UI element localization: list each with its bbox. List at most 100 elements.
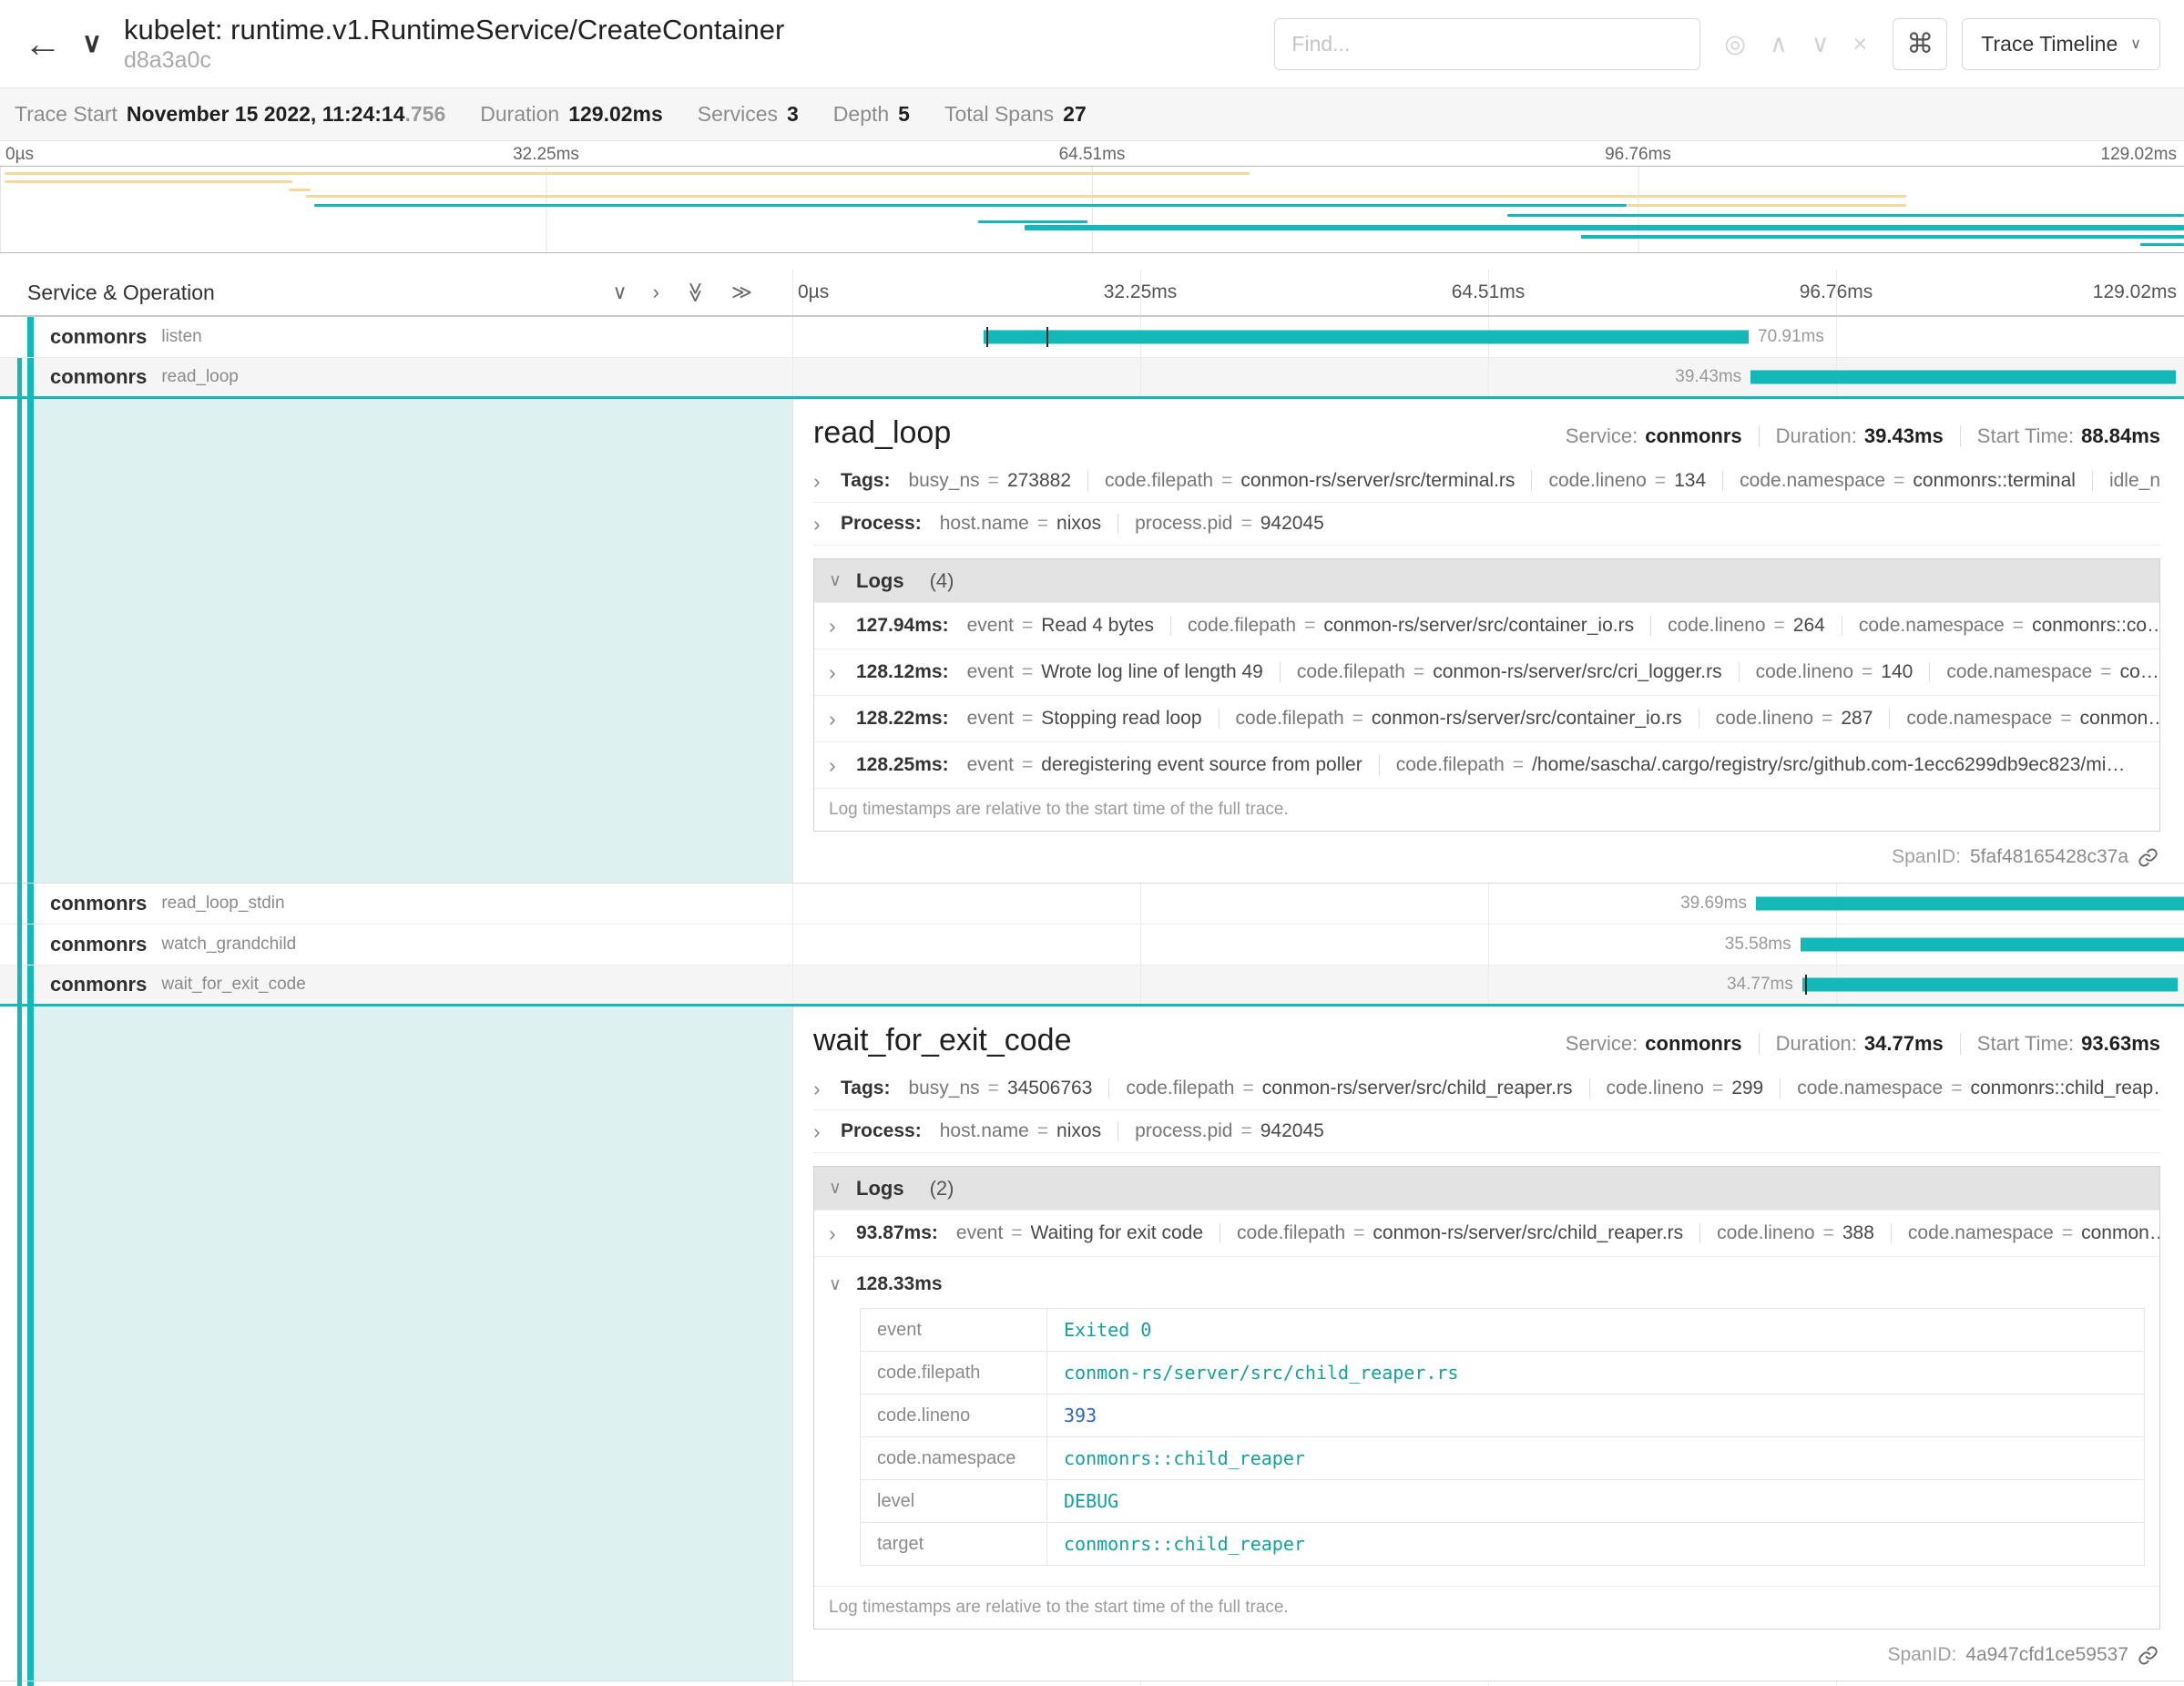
- kv-pair: code.filepath=conmon-rs/server/src/child…: [1126, 1078, 1572, 1099]
- timeline-tick-0: 0µs: [798, 281, 829, 303]
- kv-value: nixos: [1056, 1120, 1101, 1141]
- log-entry[interactable]: ›128.25ms:event=deregistering event sour…: [814, 741, 2159, 788]
- span-name-cell[interactable]: conmonrslisten: [0, 317, 792, 357]
- span-name-cell[interactable]: conmonrswait_for_exit_code: [0, 966, 792, 1004]
- separator: [1108, 1078, 1109, 1098]
- next-match-icon[interactable]: ∨: [1811, 32, 1830, 56]
- span-detail-panel: read_loopService:conmonrsDuration:39.43m…: [792, 399, 2184, 883]
- log-entry-expanded: ∨128.33mseventExited 0code.filepathconmo…: [814, 1256, 2159, 1586]
- logs-header[interactable]: ∨Logs(2): [814, 1167, 2159, 1210]
- span-name-cell[interactable]: conmonrswatch_grandchild: [0, 925, 792, 965]
- span-bar[interactable]: [1801, 938, 2184, 952]
- span-timeline-cell[interactable]: 39.69ms: [792, 884, 2184, 924]
- span-row-wait_for_exit_code[interactable]: conmonrswait_for_exit_code34.77ms: [0, 966, 2184, 1006]
- meta-value: conmonrs: [1645, 424, 1741, 447]
- span-row-read_loop_stdin[interactable]: conmonrsread_loop_stdin 39.69ms: [0, 884, 2184, 925]
- kv-equals: =: [2062, 1222, 2073, 1243]
- span-id-label: SpanID:: [1887, 1644, 1956, 1666]
- kv-equals: =: [2100, 661, 2111, 682]
- tags-row[interactable]: ›Tags:busy_ns=34506763code.filepath=conm…: [813, 1068, 2160, 1110]
- span-color-indicator: [27, 966, 34, 1004]
- process-row[interactable]: ›Process:host.name=nixosprocess.pid=9420…: [813, 503, 2160, 546]
- span-bar[interactable]: [984, 331, 1749, 344]
- span-id-value: 4a947cfd1ce59537: [1965, 1644, 2128, 1666]
- minimap-span-segment: [5, 180, 293, 183]
- process-label: Process:: [841, 1120, 922, 1142]
- minimap-span-segment: [5, 172, 1250, 175]
- minimap-span-segment: [1507, 214, 2184, 217]
- span-bar[interactable]: [1802, 978, 2178, 992]
- summary-label: Depth: [833, 102, 889, 126]
- log-entry[interactable]: ›127.94ms:event=Read 4 bytescode.filepat…: [814, 602, 2159, 649]
- kv-key: code.filepath: [1105, 470, 1213, 491]
- kv-pair: event=Wrote log line of length 49: [967, 661, 1263, 683]
- back-button[interactable]: ←: [24, 25, 62, 63]
- span-bar[interactable]: [1750, 371, 2176, 384]
- logs-count: (2): [930, 1177, 954, 1201]
- kv-key: code.namespace: [1740, 470, 1885, 491]
- span-service: conmonrs: [50, 892, 147, 915]
- span-timeline-cell[interactable]: 34.77ms: [792, 966, 2184, 1004]
- find-input[interactable]: [1274, 18, 1700, 70]
- prev-match-icon[interactable]: ∧: [1770, 32, 1788, 56]
- expand-all-icon[interactable]: ≫: [731, 281, 752, 304]
- log-entry[interactable]: ›128.12ms: event=Wrote log line of length…: [814, 649, 2159, 695]
- keyboard-shortcuts-button[interactable]: ⌘: [1893, 18, 1947, 70]
- link-icon[interactable]: [2138, 847, 2158, 868]
- span-name-cell[interactable]: conmonrswrite_exit_path: [0, 1681, 792, 1686]
- minimap-span-segment: [2140, 243, 2184, 246]
- span-name-cell[interactable]: conmonrsread_loop: [0, 358, 792, 396]
- span-detail-read_loop: read_loopService:conmonrsDuration:39.43m…: [0, 399, 2184, 884]
- span-duration-label: 39.69ms: [1680, 894, 1747, 914]
- trace-view-selector[interactable]: Trace Timeline ∨: [1962, 18, 2160, 70]
- spacer: [0, 253, 2184, 270]
- timeline-tick-2: 64.51ms: [1452, 281, 1526, 303]
- kv-pair: idle_n…: [2109, 470, 2160, 492]
- chevron-right-icon: ›: [829, 662, 856, 683]
- log-field-row: code.lineno393: [861, 1395, 2145, 1437]
- collapse-one-icon[interactable]: ∨: [613, 281, 628, 304]
- kv-equals: =: [1893, 470, 1904, 491]
- separator: [1650, 616, 1651, 636]
- process-row[interactable]: ›Process:host.name=nixosprocess.pid=9420…: [813, 1110, 2160, 1153]
- span-name-cell[interactable]: conmonrsread_loop_stdin: [0, 884, 792, 924]
- logs-label: Logs: [856, 1177, 904, 1201]
- tags-row[interactable]: ›Tags:busy_ns=273882code.filepath=conmon…: [813, 460, 2160, 503]
- span-row-watch_grandchild[interactable]: conmonrswatch_grandchild35.58ms: [0, 925, 2184, 966]
- span-row-write_exit_path[interactable]: conmonrswrite_exit_path303µs: [0, 1681, 2184, 1686]
- summary-duration: Duration129.02ms: [480, 102, 663, 127]
- kv-key: code.namespace: [1859, 615, 2005, 636]
- kv-equals: =: [1022, 615, 1033, 636]
- span-bar[interactable]: [1756, 897, 2184, 911]
- tags-label: Tags:: [841, 470, 890, 492]
- link-icon[interactable]: [2138, 1645, 2158, 1666]
- log-entry[interactable]: ›93.87ms:event=Waiting for exit codecode…: [814, 1210, 2159, 1256]
- kv-key: code.lineno: [1756, 661, 1853, 682]
- kv-equals: =: [2013, 615, 2024, 636]
- span-row-listen[interactable]: conmonrslisten70.91ms: [0, 317, 2184, 358]
- span-timeline-cell[interactable]: 303µs: [792, 1681, 2184, 1686]
- collapse-all-icon[interactable]: ≫: [683, 281, 707, 302]
- span-timeline-cell[interactable]: 70.91ms: [792, 317, 2184, 357]
- collapse-controls: ∨ › ≫ ≫: [613, 281, 753, 304]
- log-entry-header[interactable]: ∨128.33ms: [829, 1264, 2145, 1304]
- collapse-trace-icon[interactable]: ∨: [82, 30, 102, 57]
- separator: [1780, 1078, 1781, 1098]
- span-timeline-cell[interactable]: 35.58ms: [792, 925, 2184, 965]
- span-tree-guide: [17, 358, 22, 1686]
- span-timeline-cell[interactable]: 39.43ms: [792, 358, 2184, 396]
- expand-one-icon[interactable]: ›: [653, 281, 659, 304]
- separator: [1960, 425, 1961, 447]
- span-row-read_loop[interactable]: conmonrsread_loop39.43ms: [0, 358, 2184, 399]
- log-entry[interactable]: ›128.22ms:event=Stopping read loopcode.f…: [814, 695, 2159, 741]
- kv-equals: =: [1240, 513, 1251, 534]
- log-timestamp: 128.33ms: [856, 1273, 943, 1295]
- locate-icon[interactable]: ◎: [1724, 32, 1746, 56]
- chevron-right-icon: ›: [813, 1078, 841, 1099]
- minimap-graph[interactable]: [0, 166, 2184, 253]
- logs-header[interactable]: ∨Logs(4): [814, 559, 2159, 602]
- kv-pair: code.lineno=388: [1717, 1222, 1874, 1244]
- clear-find-icon[interactable]: ×: [1853, 32, 1868, 56]
- log-timestamp: 128.12ms:: [856, 661, 949, 683]
- trace-id: d8a3a0c: [124, 47, 784, 74]
